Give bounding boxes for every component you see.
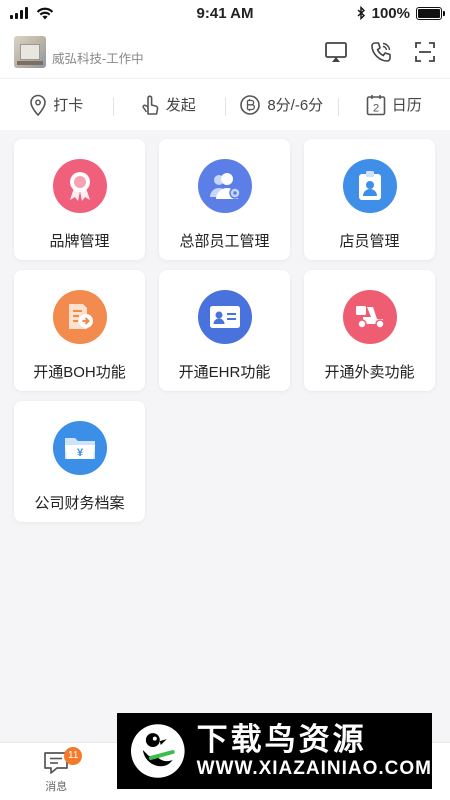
message-count-badge: 11: [64, 747, 83, 765]
quick-action-label: 发起: [165, 97, 196, 114]
quick-action-calendar[interactable]: 2 日历: [337, 94, 450, 116]
id-card-icon: [197, 290, 252, 344]
module-finance-archive[interactable]: ¥ 公司财务档案: [14, 401, 145, 522]
app-header: 威弘科技-工作中: [0, 26, 450, 78]
calendar-icon: 2: [366, 94, 386, 115]
badge-id-icon: [342, 159, 397, 213]
module-label: 开通BOH功能: [33, 364, 126, 381]
coin-icon: [240, 94, 261, 115]
quick-action-initiate[interactable]: 发起: [112, 94, 226, 116]
module-label: 公司财务档案: [34, 495, 125, 512]
quick-action-checkin[interactable]: 打卡: [0, 94, 113, 116]
ribbon-award-icon: [52, 159, 107, 213]
finance-folder-icon: ¥: [52, 421, 107, 475]
status-bar: 9:41 AM 100%: [0, 0, 450, 26]
module-enable-ehr[interactable]: 开通EHR功能: [159, 270, 290, 391]
battery-percent: 100%: [371, 4, 410, 22]
wifi-icon: [36, 7, 54, 19]
module-label: 开通EHR功能: [178, 364, 271, 381]
bird-logo-icon: [130, 724, 185, 778]
module-label: 开通外卖功能: [324, 364, 415, 381]
location-pin-icon: [30, 94, 47, 116]
scooter-icon: [342, 290, 397, 344]
module-label: 店员管理: [339, 233, 400, 250]
module-label: 品牌管理: [49, 233, 110, 250]
module-brand-management[interactable]: 品牌管理: [14, 139, 145, 260]
calendar-day: 2: [373, 102, 379, 114]
phone-call-icon[interactable]: [370, 41, 392, 63]
battery-icon: [416, 6, 445, 20]
watermark-url: WWW.XIAZAINIAO.COM: [196, 758, 432, 779]
module-label: 总部员工管理: [179, 233, 270, 250]
finance-symbol: ¥: [76, 447, 83, 459]
quick-action-bar: 打卡 发起 8分/-6分 2 日历: [0, 78, 450, 130]
document-arrow-icon: [52, 290, 107, 344]
module-enable-boh[interactable]: 开通BOH功能: [14, 270, 145, 391]
module-grid: 品牌管理 总部员工管理 店员管理 开通BOH功能 开通EHR功能 开通外卖功能 …: [14, 139, 436, 522]
tab-label: 消息: [45, 781, 68, 793]
quick-action-points[interactable]: 8分/-6分: [225, 94, 338, 116]
tab-messages[interactable]: 11 消息: [0, 743, 113, 800]
company-avatar[interactable]: [14, 36, 46, 68]
bluetooth-icon: [357, 6, 365, 20]
staff-gear-icon: [197, 159, 252, 213]
hand-icon: [142, 94, 159, 115]
module-store-staff-management[interactable]: 店员管理: [304, 139, 435, 260]
signal-icon: [10, 7, 28, 19]
module-hq-staff-management[interactable]: 总部员工管理: [159, 139, 290, 260]
company-status: 威弘科技-工作中: [52, 51, 144, 66]
module-enable-delivery[interactable]: 开通外卖功能: [304, 270, 435, 391]
quick-action-label: 打卡: [53, 97, 84, 114]
quick-action-label: 日历: [391, 97, 422, 114]
screen-cast-icon[interactable]: [324, 41, 348, 63]
watermark-banner: 下载鸟资源 WWW.XIAZAINIAO.COM: [117, 713, 432, 789]
quick-action-label: 8分/-6分: [267, 97, 324, 114]
scan-icon[interactable]: [414, 41, 436, 63]
watermark-brand: 下载鸟资源: [196, 722, 367, 758]
